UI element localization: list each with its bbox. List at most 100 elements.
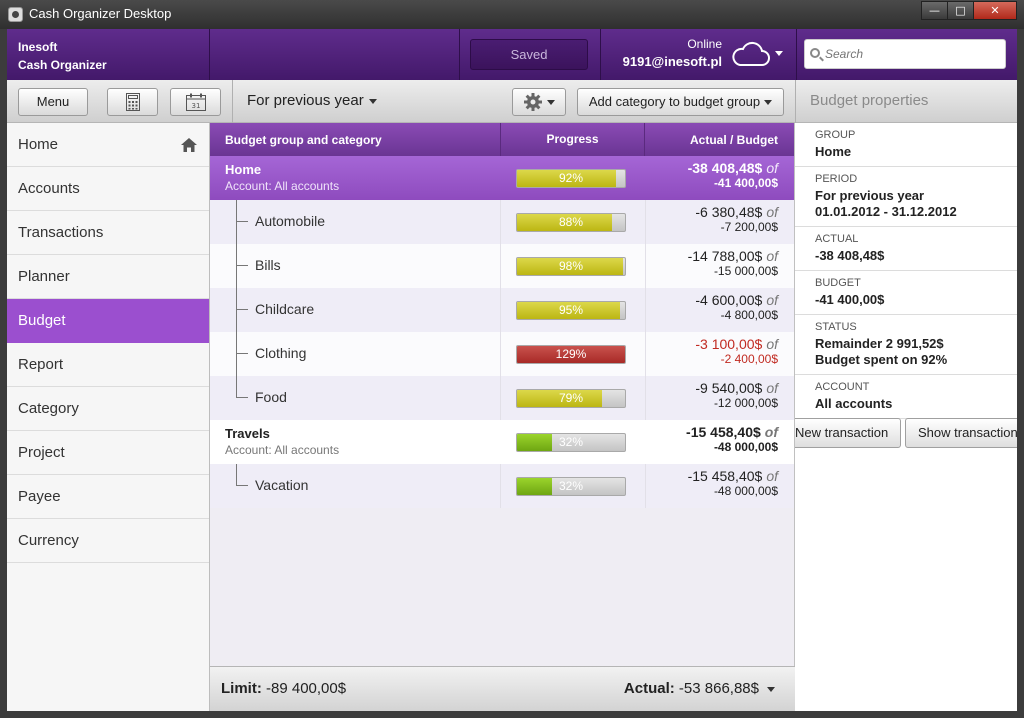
window-title: Cash Organizer Desktop bbox=[29, 6, 172, 21]
app-header: Inesoft Cash Organizer Saved Online 9191… bbox=[7, 29, 1017, 80]
cloud-icon[interactable] bbox=[730, 41, 770, 67]
saved-button[interactable]: Saved bbox=[470, 39, 588, 70]
progress-bar: 32% bbox=[516, 433, 626, 452]
category-row-childcare[interactable]: Childcare 95% -4 600,00$ of -4 800,00$ bbox=[210, 288, 794, 332]
brand: Inesoft Cash Organizer bbox=[7, 29, 210, 80]
amount-cell: -15 458,40$ of -48 000,00$ bbox=[688, 468, 778, 498]
sidebar-item-report[interactable]: Report bbox=[7, 343, 209, 387]
category-row-automobile[interactable]: Automobile 88% -6 380,48$ of -7 200,00$ bbox=[210, 200, 794, 244]
properties-title: Budget properties bbox=[810, 92, 929, 109]
property-budget: BUDGET -41 400,00$ bbox=[795, 271, 1017, 315]
actual-amount: -4 600,00$ bbox=[695, 292, 763, 308]
sidebar-item-label: Accounts bbox=[18, 180, 80, 197]
show-transactions-button[interactable]: Show transactions bbox=[905, 418, 1017, 448]
property-value: All accounts bbox=[815, 396, 893, 411]
sidebar-item-budget[interactable]: Budget bbox=[7, 299, 209, 343]
calculator-button[interactable] bbox=[107, 88, 158, 116]
column-header-progress[interactable]: Progress bbox=[500, 123, 645, 156]
budget-amount: -2 400,00$ bbox=[720, 352, 778, 366]
sidebar-item-currency[interactable]: Currency bbox=[7, 519, 209, 563]
category-row-vacation[interactable]: Vacation 32% -15 458,40$ of -48 000,00$ bbox=[210, 464, 794, 508]
search-icon bbox=[810, 48, 820, 58]
sidebar-item-label: Currency bbox=[18, 532, 79, 549]
sidebar-item-payee[interactable]: Payee bbox=[7, 475, 209, 519]
category-name: Clothing bbox=[255, 345, 307, 361]
of-label: of bbox=[766, 248, 778, 264]
home-icon bbox=[181, 138, 197, 152]
group-row-travels[interactable]: Travels Account: All accounts 32% -15 45… bbox=[210, 420, 794, 464]
budget-amount: -48 000,00$ bbox=[713, 440, 778, 454]
sidebar-item-home[interactable]: Home bbox=[7, 123, 209, 167]
property-label: BUDGET bbox=[815, 277, 861, 289]
new-transaction-button[interactable]: New transaction bbox=[795, 418, 902, 448]
property-value: -38 408,48$ bbox=[815, 248, 885, 263]
sidebar-item-planner[interactable]: Planner bbox=[7, 255, 209, 299]
property-period: PERIOD For previous year 01.01.2012 - 31… bbox=[795, 167, 1017, 227]
budget-amount: -41 400,00$ bbox=[713, 176, 778, 190]
actual-amount: -3 100,00$ bbox=[695, 336, 763, 352]
search-input[interactable] bbox=[825, 45, 1000, 63]
progress-percent: 32% bbox=[558, 435, 584, 449]
column-header-amount[interactable]: Actual / Budget bbox=[690, 133, 778, 147]
progress-bar: 88% bbox=[516, 213, 626, 232]
sidebar-item-label: Planner bbox=[18, 268, 70, 285]
maximize-button[interactable]: □ bbox=[947, 1, 974, 20]
progress-percent: 95% bbox=[558, 303, 584, 317]
sidebar-item-category[interactable]: Category bbox=[7, 387, 209, 431]
calendar-button[interactable]: 31 bbox=[170, 88, 221, 116]
actual-total[interactable]: Actual: -53 866,88$ bbox=[624, 680, 775, 697]
window-frame bbox=[1017, 29, 1024, 718]
calendar-icon: 31 bbox=[185, 93, 206, 111]
property-value-secondary: Budget spent on 92% bbox=[815, 352, 948, 367]
progress-bar: 32% bbox=[516, 477, 626, 496]
category-row-food[interactable]: Food 79% -9 540,00$ of -12 000,00$ bbox=[210, 376, 794, 420]
add-category-button[interactable]: Add category to budget group bbox=[577, 88, 784, 116]
minimize-button[interactable]: — bbox=[921, 1, 948, 20]
settings-button[interactable] bbox=[512, 88, 566, 116]
column-header-name[interactable]: Budget group and category bbox=[225, 133, 382, 147]
property-status: STATUS Remainder 2 991,52$ Budget spent … bbox=[795, 315, 1017, 375]
column-divider bbox=[500, 464, 501, 508]
sidebar-item-label: Project bbox=[18, 444, 65, 461]
sidebar-item-project[interactable]: Project bbox=[7, 431, 209, 475]
of-label: of bbox=[766, 468, 778, 484]
property-label: PERIOD bbox=[815, 173, 858, 185]
group-row-home[interactable]: Home Account: All accounts 92% -38 408,4… bbox=[210, 156, 794, 200]
category-name: Childcare bbox=[255, 301, 315, 317]
tree-line bbox=[236, 332, 237, 376]
cloud-dropdown-icon[interactable] bbox=[775, 51, 783, 56]
progress-percent: 98% bbox=[558, 259, 584, 273]
property-label: ACTUAL bbox=[815, 233, 859, 245]
menu-button[interactable]: Menu bbox=[18, 88, 88, 116]
period-label: For previous year bbox=[247, 92, 364, 109]
chevron-down-icon bbox=[368, 98, 377, 104]
category-row-bills[interactable]: Bills 98% -14 788,00$ of -15 000,00$ bbox=[210, 244, 794, 288]
toolbar-divider bbox=[795, 80, 796, 123]
progress-bar: 129% bbox=[516, 345, 626, 364]
sidebar-item-accounts[interactable]: Accounts bbox=[7, 167, 209, 211]
amount-cell: -14 788,00$ of -15 000,00$ bbox=[688, 248, 778, 278]
sidebar-item-transactions[interactable]: Transactions bbox=[7, 211, 209, 255]
header-divider bbox=[796, 29, 797, 80]
progress-percent: 79% bbox=[558, 391, 584, 405]
sidebar: Home Accounts Transactions Planner Budge… bbox=[7, 123, 210, 711]
close-button[interactable]: ✕ bbox=[973, 1, 1017, 20]
amount-cell: -6 380,48$ of -7 200,00$ bbox=[695, 204, 778, 234]
period-dropdown[interactable]: For previous year bbox=[247, 92, 377, 109]
amount-cell: -15 458,40$ of -48 000,00$ bbox=[686, 424, 778, 454]
amount-cell: -38 408,48$ of -41 400,00$ bbox=[688, 160, 778, 190]
of-label: of bbox=[766, 160, 778, 176]
column-divider bbox=[645, 376, 646, 420]
search-box[interactable] bbox=[804, 39, 1006, 69]
category-row-clothing[interactable]: Clothing 129% -3 100,00$ of -2 400,00$ bbox=[210, 332, 794, 376]
column-divider bbox=[645, 244, 646, 288]
of-label: of bbox=[764, 424, 778, 440]
actual-amount: -38 408,48$ bbox=[687, 160, 763, 176]
budget-amount: -4 800,00$ bbox=[720, 308, 778, 322]
group-name: Home bbox=[225, 162, 262, 177]
column-divider bbox=[645, 288, 646, 332]
brand-company: Inesoft bbox=[18, 40, 58, 54]
property-value: Home bbox=[815, 144, 852, 159]
app-icon bbox=[8, 7, 23, 22]
column-divider bbox=[645, 200, 646, 244]
